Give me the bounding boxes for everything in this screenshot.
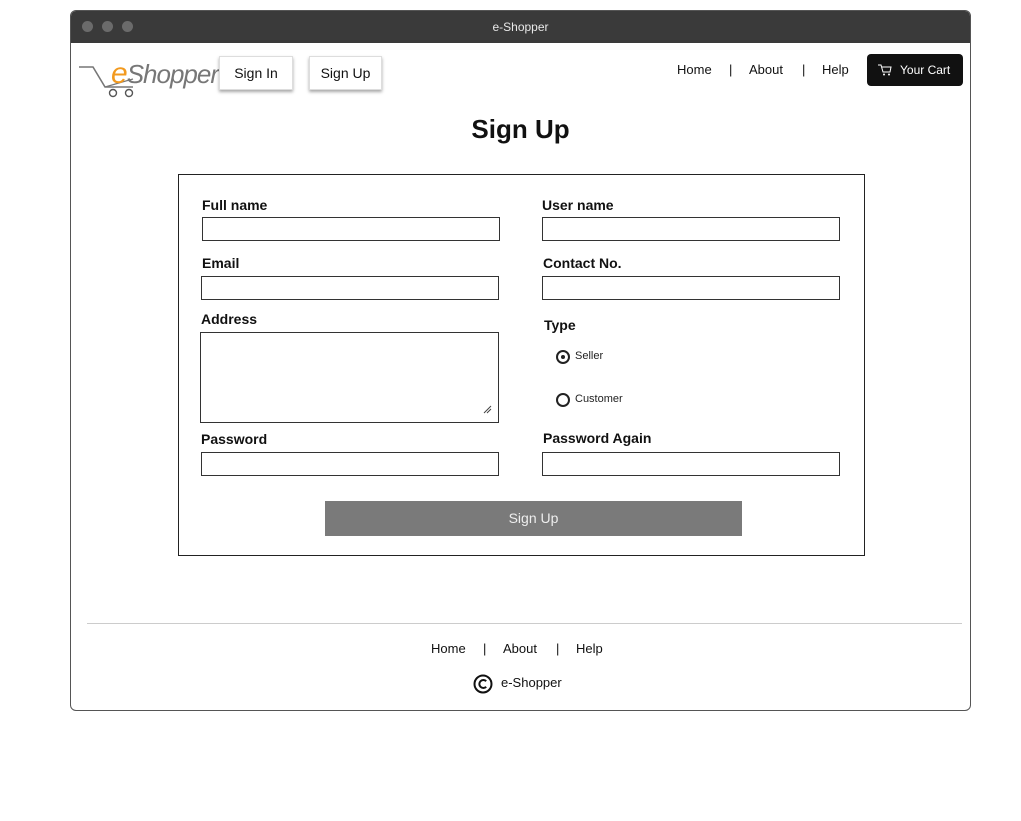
window-minimize-dot[interactable]	[102, 21, 113, 32]
shopping-cart-icon	[878, 64, 892, 76]
footer-home-link[interactable]: Home	[431, 641, 466, 656]
contact-label: Contact No.	[543, 255, 622, 271]
nav-home-link[interactable]: Home	[677, 62, 712, 77]
nav-separator: |	[802, 62, 806, 77]
username-field[interactable]	[542, 217, 840, 241]
logo-e: e	[111, 57, 128, 90]
password-field[interactable]	[201, 452, 499, 476]
window-close-dot[interactable]	[82, 21, 93, 32]
logo-wordmark: eShopper	[111, 57, 219, 91]
signup-button[interactable]: Sign Up	[309, 56, 382, 90]
email-field[interactable]	[201, 276, 499, 300]
footer-separator: |	[556, 641, 560, 656]
signup-form: Full name User name Email Contact No. Ad…	[178, 174, 865, 556]
username-label: User name	[542, 197, 614, 213]
radio-seller-label[interactable]: Seller	[575, 350, 603, 362]
eshopper-logo[interactable]: eShopper	[79, 57, 219, 99]
signin-button[interactable]: Sign In	[219, 56, 293, 90]
copyright-text: e-Shopper	[501, 675, 562, 690]
type-label: Type	[544, 317, 576, 333]
footer-about-link[interactable]: About	[503, 641, 537, 656]
footer-separator: |	[483, 641, 487, 656]
window-titlebar: e-Shopper	[71, 11, 970, 43]
page-title: Sign Up	[471, 114, 570, 144]
password-again-label: Password Again	[543, 430, 652, 446]
logo-shopper: Shopper	[126, 59, 219, 89]
footer-help-link[interactable]: Help	[576, 641, 603, 656]
nav-about-link[interactable]: About	[749, 62, 783, 77]
browser-window: e-Shopper eShopper Sign In Sign Up Home …	[70, 10, 971, 711]
footer-divider	[87, 623, 962, 624]
password-again-field[interactable]	[542, 452, 840, 476]
window-title: e-Shopper	[492, 20, 549, 34]
copyright-icon	[473, 674, 493, 694]
fullname-field[interactable]	[202, 217, 500, 241]
email-label: Email	[202, 255, 240, 271]
nav-help-link[interactable]: Help	[822, 62, 849, 77]
contact-field[interactable]	[542, 276, 840, 300]
address-label: Address	[201, 311, 258, 327]
radio-customer[interactable]	[556, 393, 570, 407]
your-cart-button[interactable]: Your Cart	[867, 54, 963, 86]
fullname-label: Full name	[202, 197, 268, 213]
radio-customer-label[interactable]: Customer	[575, 393, 623, 405]
signup-submit-button[interactable]: Sign Up	[325, 501, 742, 536]
window-maximize-dot[interactable]	[122, 21, 133, 32]
address-textarea[interactable]	[200, 332, 499, 423]
radio-selected-dot	[561, 355, 565, 359]
nav-separator: |	[729, 62, 733, 77]
password-label: Password	[201, 431, 268, 447]
cart-label: Your Cart	[900, 63, 951, 77]
radio-seller[interactable]	[556, 350, 570, 364]
resize-grip-icon[interactable]	[483, 405, 492, 414]
